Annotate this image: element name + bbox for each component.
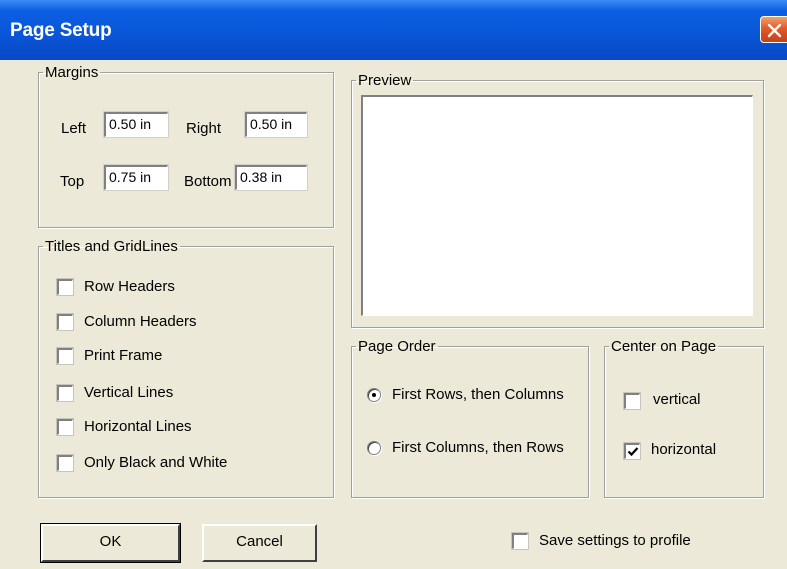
radio-selected-dot <box>372 393 376 397</box>
column-headers-checkbox[interactable] <box>56 313 74 331</box>
close-button[interactable] <box>760 16 787 43</box>
save-settings-checkbox[interactable] <box>511 532 529 550</box>
center-vertical-checkbox[interactable] <box>623 392 641 410</box>
bottom-margin-label: Bottom <box>184 173 232 190</box>
page-order-legend: Page Order <box>358 338 436 355</box>
title-bar: Page Setup <box>0 0 787 60</box>
column-headers-label: Column Headers <box>84 313 197 330</box>
preview-pane <box>361 95 753 316</box>
center-vertical-label: vertical <box>653 391 701 408</box>
top-margin-input[interactable]: 0.75 in <box>103 164 169 191</box>
rows-then-columns-label: First Rows, then Columns <box>392 386 564 403</box>
left-margin-input[interactable]: 0.50 in <box>103 111 169 138</box>
titles-gridlines-legend: Titles and GridLines <box>45 238 178 255</box>
row-headers-label: Row Headers <box>84 278 175 295</box>
right-margin-input[interactable]: 0.50 in <box>244 111 308 138</box>
bottom-margin-input[interactable]: 0.38 in <box>234 164 308 191</box>
center-on-page-group: Center on Page <box>604 338 764 498</box>
print-frame-label: Print Frame <box>84 347 163 364</box>
checkmark-icon <box>627 447 639 457</box>
vertical-lines-label: Vertical Lines <box>84 384 174 401</box>
preview-legend: Preview <box>358 72 412 89</box>
center-horizontal-label: horizontal <box>651 441 717 458</box>
cancel-button[interactable]: Cancel <box>202 524 317 562</box>
columns-then-rows-label: First Columns, then Rows <box>392 439 564 456</box>
margins-group: Margins <box>38 64 334 228</box>
center-horizontal-checkbox[interactable] <box>623 442 641 460</box>
left-margin-label: Left <box>61 120 87 137</box>
top-margin-label: Top <box>60 173 85 190</box>
margins-legend: Margins <box>45 64 99 81</box>
window-title: Page Setup <box>10 20 112 41</box>
page-order-group: Page Order <box>351 338 589 498</box>
row-headers-checkbox[interactable] <box>56 278 74 296</box>
ok-button[interactable]: OK <box>40 523 181 563</box>
black-white-label: Only Black and White <box>84 454 228 471</box>
vertical-lines-checkbox[interactable] <box>56 384 74 402</box>
columns-then-rows-radio[interactable] <box>367 441 381 455</box>
save-settings-label: Save settings to profile <box>539 532 691 549</box>
right-margin-label: Right <box>186 120 222 137</box>
black-white-checkbox[interactable] <box>56 454 74 472</box>
horizontal-lines-label: Horizontal Lines <box>84 418 192 435</box>
print-frame-checkbox[interactable] <box>56 347 74 365</box>
horizontal-lines-checkbox[interactable] <box>56 418 74 436</box>
rows-then-columns-radio[interactable] <box>367 388 381 402</box>
close-icon <box>767 23 782 38</box>
center-on-page-legend: Center on Page <box>611 338 717 355</box>
